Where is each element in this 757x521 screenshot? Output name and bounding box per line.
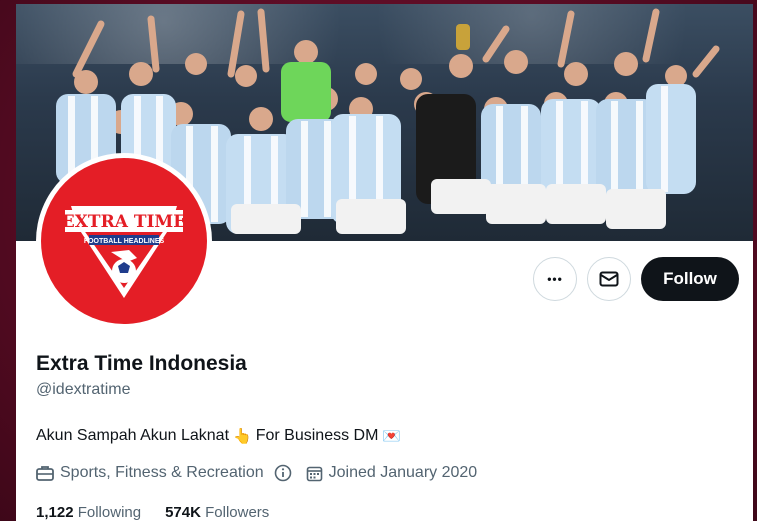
followers-count: 574K bbox=[165, 504, 201, 521]
avatar-logo: EXTRA TIME FOOTBALL HEADLINES bbox=[41, 158, 207, 324]
joined-label: Joined January 2020 bbox=[328, 464, 478, 481]
message-button[interactable] bbox=[587, 257, 631, 301]
profile-name: Extra Time Indonesia bbox=[36, 352, 247, 375]
following-link[interactable]: 1,122 Following bbox=[36, 504, 141, 521]
bio-text-business: For Business DM bbox=[255, 427, 379, 444]
profile-handle: @idextratime bbox=[36, 381, 131, 398]
profile-category: Sports, Fitness & Recreation bbox=[36, 464, 292, 482]
pointing-hand-emoji: 👆 bbox=[233, 428, 252, 445]
followers-link[interactable]: 574K Followers bbox=[165, 504, 269, 521]
profile-card: EXTRA TIME FOOTBALL HEADLINES ••• Follow… bbox=[16, 4, 753, 521]
profile-bio: Akun Sampah Akun Laknat 👆 For Business D… bbox=[36, 427, 401, 445]
more-icon: ••• bbox=[547, 272, 563, 286]
bio-text: Akun Sampah Akun Laknat bbox=[36, 427, 230, 444]
follow-button[interactable]: Follow bbox=[641, 257, 739, 301]
more-button[interactable]: ••• bbox=[533, 257, 577, 301]
following-count: 1,122 bbox=[36, 504, 74, 521]
envelope-icon bbox=[599, 271, 619, 287]
profile-avatar[interactable]: EXTRA TIME FOOTBALL HEADLINES bbox=[36, 153, 212, 329]
profile-stats: 1,122 Following 574K Followers bbox=[36, 504, 269, 521]
briefcase-icon bbox=[36, 466, 54, 481]
svg-text:EXTRA TIME: EXTRA TIME bbox=[62, 212, 186, 232]
love-letter-emoji: 💌 bbox=[382, 428, 402, 445]
category-label: Sports, Fitness & Recreation bbox=[60, 464, 264, 481]
extratime-logo-icon: EXTRA TIME FOOTBALL HEADLINES bbox=[62, 206, 186, 298]
profile-actions: ••• Follow bbox=[533, 257, 739, 301]
profile-joined: Joined January 2020 bbox=[306, 464, 478, 482]
followers-label: Followers bbox=[205, 504, 270, 521]
info-icon[interactable] bbox=[274, 464, 292, 482]
following-label: Following bbox=[77, 504, 142, 521]
svg-text:FOOTBALL HEADLINES: FOOTBALL HEADLINES bbox=[84, 238, 165, 245]
profile-meta: Sports, Fitness & Recreation Joined Janu… bbox=[36, 464, 491, 482]
calendar-icon bbox=[306, 466, 322, 481]
